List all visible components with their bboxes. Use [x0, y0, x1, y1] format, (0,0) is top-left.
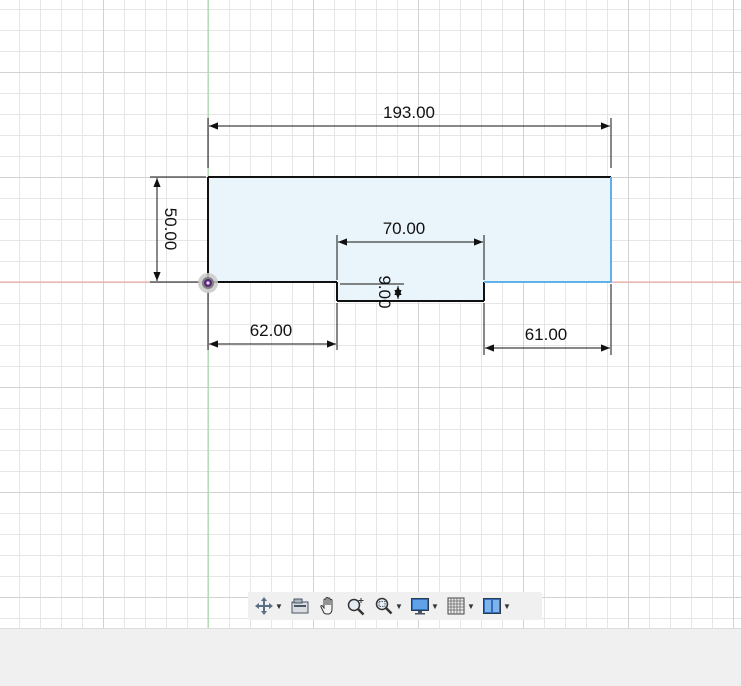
navigation-toolbar: ▼ ▼ ▼ ▼ ▼: [248, 592, 542, 620]
dimension-slot-width-label[interactable]: 70.00: [383, 219, 426, 238]
orbit-icon: [255, 597, 273, 615]
dimension-height-label[interactable]: 50.00: [161, 208, 180, 251]
fit-zoom-button[interactable]: ▼: [372, 594, 404, 618]
grid-minor-lines: [0, 0, 741, 628]
chevron-down-icon[interactable]: ▼: [503, 602, 511, 611]
chevron-down-icon[interactable]: ▼: [395, 602, 403, 611]
grid-settings-icon: [447, 597, 465, 615]
grid-major-lines: [0, 0, 741, 628]
pan-hand-icon: [320, 596, 333, 615]
dimension-total-width[interactable]: [207, 118, 612, 168]
look-at-icon: [291, 598, 309, 614]
viewports-icon: [483, 598, 501, 614]
zoom-icon: [347, 598, 365, 616]
chevron-down-icon[interactable]: ▼: [275, 602, 283, 611]
origin-point-icon[interactable]: [198, 273, 218, 293]
display-settings-icon: [411, 598, 429, 615]
fit-zoom-icon: [375, 597, 393, 615]
dimension-slot-depth-label[interactable]: 9.00: [375, 275, 394, 308]
zoom-button[interactable]: [344, 594, 368, 618]
grid-settings-button[interactable]: ▼: [444, 594, 476, 618]
pan-button[interactable]: [316, 594, 340, 618]
orbit-button[interactable]: ▼: [252, 594, 284, 618]
chevron-down-icon[interactable]: ▼: [467, 602, 475, 611]
dimension-total-width-label[interactable]: 193.00: [383, 103, 435, 122]
look-at-button[interactable]: [288, 594, 312, 618]
viewports-button[interactable]: ▼: [480, 594, 512, 618]
dimension-right-offset[interactable]: [483, 284, 612, 355]
dimension-left-offset-label[interactable]: 62.00: [250, 321, 293, 340]
chevron-down-icon[interactable]: ▼: [431, 602, 439, 611]
sketch-canvas[interactable]: 193.00 50.00 70.00 9.00 62.00 61.00: [0, 0, 741, 628]
status-bar: [0, 628, 741, 686]
dimension-right-offset-label[interactable]: 61.00: [525, 325, 568, 344]
display-settings-button[interactable]: ▼: [408, 594, 440, 618]
